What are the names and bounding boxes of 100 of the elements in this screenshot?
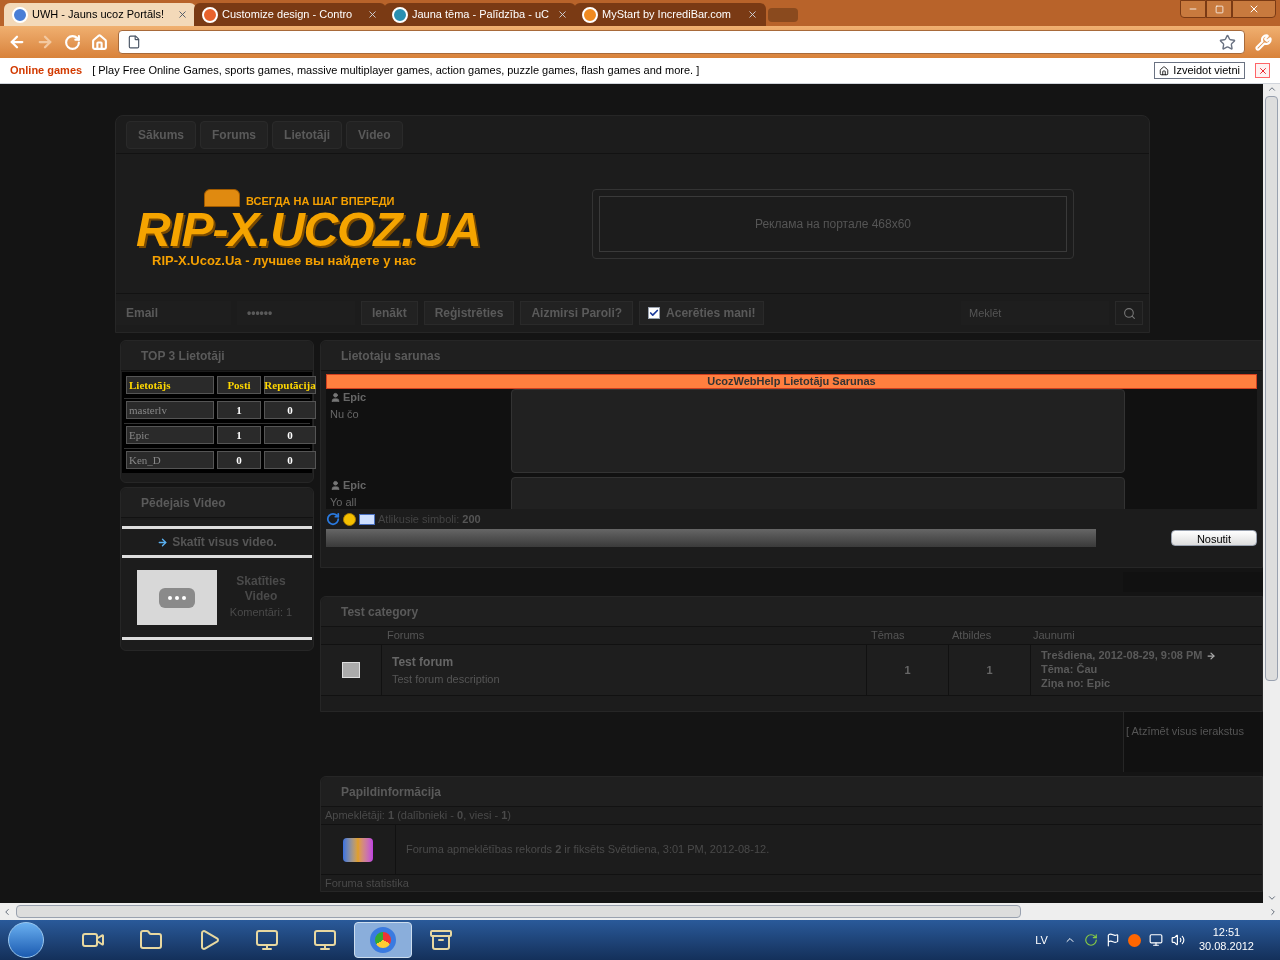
clock-date[interactable]: 30.08.2012 [1198, 940, 1254, 954]
smiley-icon[interactable] [343, 512, 356, 526]
tab-favicon-icon [12, 6, 28, 23]
language-indicator[interactable]: LV [1035, 931, 1048, 949]
remember-checkbox[interactable] [648, 307, 661, 319]
table-cell: 0 [264, 451, 316, 469]
mark-all-read-link[interactable]: [ Atzīmēt visus ierakstus [1126, 725, 1244, 737]
mail-icon[interactable] [359, 513, 375, 525]
nav-tab[interactable]: Forums [200, 120, 269, 149]
send-button[interactable]: Nosutit [1171, 530, 1257, 546]
last-topic-link[interactable]: Tēma: Čau [1041, 663, 1252, 677]
username-link[interactable]: Epic [343, 477, 367, 494]
browser-tab[interactable]: Customize design - Contro [194, 3, 386, 26]
username-link[interactable]: Epic [343, 389, 367, 406]
chat-banner: UcozWebHelp Lietotāju Sarunas [326, 374, 1257, 389]
table-cell: 0 [264, 426, 316, 444]
search-icon [1122, 306, 1136, 320]
chat-bubble-icon [159, 587, 195, 608]
browser-tab[interactable]: MyStart by IncrediBar.com [574, 3, 766, 26]
address-field[interactable] [118, 30, 1245, 54]
app-icon [313, 928, 337, 952]
home-icon [1159, 65, 1170, 76]
bookmark-star-icon[interactable] [1219, 33, 1236, 51]
clock-time[interactable]: 12:51 [1212, 926, 1241, 940]
forum-link[interactable]: Test forum [392, 652, 856, 671]
browser-tab[interactable]: Jauna tēma - Palīdzība - uC [384, 3, 576, 26]
browser-tab[interactable]: UWH - Jauns ucoz Portāls! [4, 3, 196, 26]
remember-label: Acerēties mani! [666, 305, 756, 322]
nav-tab[interactable]: Lietotāji [272, 120, 343, 149]
forgot-password-button[interactable]: Aizmirsi Paroli? [520, 301, 634, 325]
logo-emblem-icon [204, 189, 240, 207]
network-icon [1148, 933, 1163, 947]
close-bar-button[interactable] [1255, 63, 1270, 78]
search-button[interactable] [1115, 301, 1143, 325]
register-button[interactable]: Reģistrēties [423, 301, 515, 325]
table-cell: Epic [126, 426, 214, 444]
vertical-scrollbar[interactable] [1263, 84, 1280, 903]
scroll-right-icon [1268, 906, 1278, 917]
forum-icon [342, 662, 360, 678]
sync-icon [1083, 933, 1098, 947]
close-icon [367, 9, 378, 20]
table-cell: Ken_D [126, 451, 214, 469]
app-icon [139, 928, 163, 952]
games-promo-link[interactable]: [ Play Free Online Games, sports games, massive multiplayer games, action games, puzzle games, flash games and more. ] [92, 62, 700, 79]
ad-banner: Реклама на портале 468x60 [599, 195, 1067, 252]
scroll-down-icon [1266, 893, 1277, 903]
online-games-link[interactable]: Online games [10, 62, 83, 79]
last-post-author: Ziņa no: Epic [1041, 676, 1112, 691]
flag-icon [1105, 933, 1120, 947]
go-to-post-icon[interactable] [1206, 651, 1217, 662]
column-header: Forums [386, 628, 426, 644]
table-cell: 1 [867, 645, 948, 695]
close-icon [1257, 65, 1268, 76]
site-logo: RIP-X.UCOZ.UA [136, 207, 481, 253]
start-button[interactable] [8, 922, 44, 958]
minimize-button[interactable] [1180, 0, 1206, 18]
user-icon [330, 391, 341, 403]
reload-icon[interactable] [64, 33, 81, 51]
tab-title: MyStart by IncrediBar.com [602, 7, 732, 23]
logo-subtitle: RIP-X.Ucoz.Ua - лучшее вы найдете у нас [152, 253, 417, 268]
table-cell: 1 [217, 426, 261, 444]
close-icon [557, 9, 568, 20]
message-text: Nu čo [330, 407, 359, 420]
column-header: Reputācija [264, 376, 316, 394]
settings-icon[interactable] [1255, 33, 1272, 51]
message-text: Yo all [330, 495, 357, 508]
login-button[interactable]: Ienākt [361, 301, 418, 325]
app-icon [255, 928, 279, 952]
tab-favicon-icon [582, 6, 598, 23]
close-icon [1248, 3, 1260, 15]
last-post-date[interactable]: Trešdiena, 2012-08-29, 9:08 PM [1041, 649, 1203, 664]
maximize-icon [1214, 4, 1224, 14]
user-icon [330, 479, 341, 491]
column-header: Lietotājs [126, 376, 214, 394]
refresh-icon[interactable] [326, 512, 340, 526]
maximize-button[interactable] [1206, 0, 1232, 18]
scroll-up-icon [1266, 84, 1277, 94]
tab-title: UWH - Jauns ucoz Portāls! [32, 7, 166, 23]
create-site-button[interactable]: Izveidot vietni [1154, 62, 1245, 79]
back-icon[interactable] [8, 33, 26, 51]
horizontal-scrollbar[interactable] [0, 903, 1280, 920]
message-input[interactable] [326, 529, 1096, 547]
tab-favicon-icon [202, 6, 218, 23]
close-button[interactable] [1232, 0, 1276, 18]
logo-tagline: ВСЕГДА НА ШАГ ВПЕРЕДИ [246, 196, 395, 207]
all-videos-link[interactable]: Skatīt visus video. [157, 533, 277, 551]
home-icon[interactable] [91, 33, 108, 51]
column-header: Jaunumi [1032, 628, 1076, 644]
tab-favicon-icon [392, 6, 408, 23]
volume-icon[interactable] [1170, 933, 1185, 947]
tray-app-icon [1127, 933, 1141, 947]
tab-title: Jauna tēma - Palīdzība - uC [412, 7, 550, 23]
close-icon [177, 9, 188, 20]
table-cell: 1 [217, 401, 261, 419]
scroll-left-icon [2, 906, 12, 917]
close-icon [747, 9, 758, 20]
nav-tab[interactable]: Video [346, 120, 403, 149]
table-cell: 0 [264, 401, 316, 419]
column-header: Atbildes [951, 628, 993, 644]
nav-tab[interactable]: Sākums [126, 120, 197, 149]
